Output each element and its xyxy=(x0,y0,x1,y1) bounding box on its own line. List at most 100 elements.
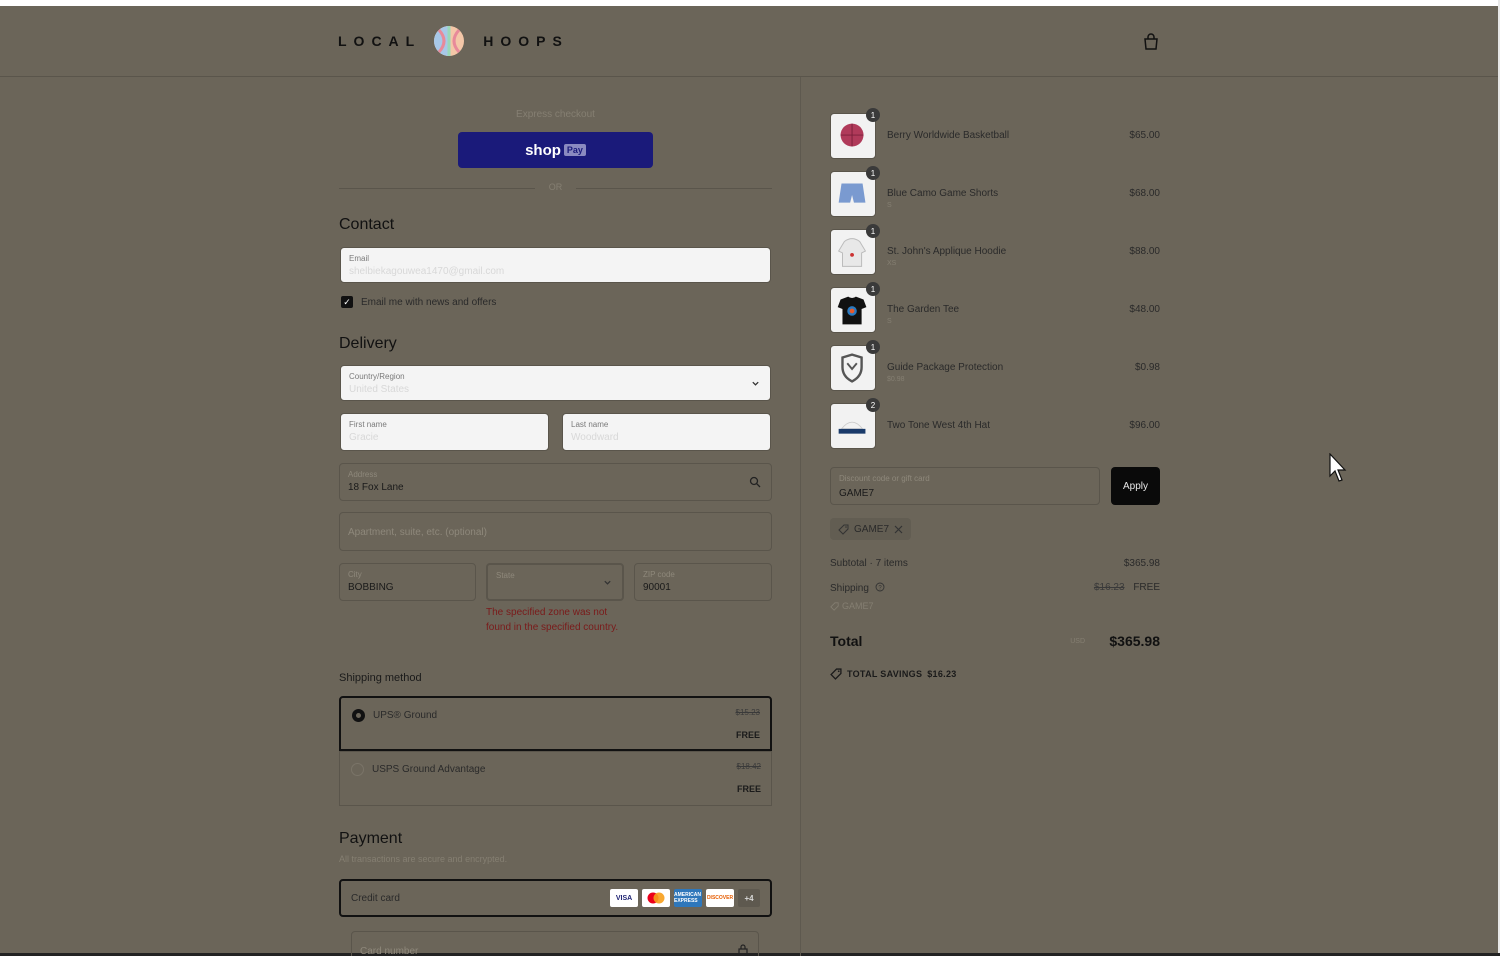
apartment-placeholder: Apartment, suite, etc. (optional) xyxy=(348,527,487,538)
address-label: Address xyxy=(348,470,378,479)
apply-discount-button[interactable]: Apply xyxy=(1111,467,1160,505)
brand-logo[interactable]: LOCAL HOOPS xyxy=(338,25,569,57)
subtotal-label: Subtotal · 7 items xyxy=(830,558,908,569)
product-price: $96.00 xyxy=(1129,420,1160,431)
delivery-heading: Delivery xyxy=(339,335,397,352)
product-thumbnail: 1 xyxy=(830,224,880,275)
or-label: OR xyxy=(548,182,563,192)
applied-discount-chip: GAME7 xyxy=(830,518,912,540)
address-value: 18 Fox Lane xyxy=(348,482,404,493)
discount-value: GAME7 xyxy=(839,488,875,499)
shipping-method-heading: Shipping method xyxy=(339,672,422,684)
cart-item: 1 St. John's Applique Hoodie XS $88.00 xyxy=(830,224,1160,275)
mastercard-icon xyxy=(642,889,670,907)
last-name-label: Last name xyxy=(571,420,609,429)
tag-icon xyxy=(830,668,842,680)
tag-icon xyxy=(838,524,849,535)
search-icon[interactable] xyxy=(749,476,761,488)
shop-pay-button[interactable]: shop Pay xyxy=(458,132,653,168)
city-value: BOBBING xyxy=(348,582,394,593)
site-header: LOCAL HOOPS xyxy=(0,6,1498,77)
or-divider: OR xyxy=(339,182,772,194)
column-divider xyxy=(800,77,801,956)
card-number-placeholder: Card number xyxy=(360,946,419,956)
payment-heading: Payment xyxy=(339,830,403,847)
state-label: State xyxy=(496,571,515,580)
shipping-price: FREE xyxy=(735,730,760,740)
savings-label: TOTAL SAVINGS xyxy=(847,669,923,679)
zip-label: ZIP code xyxy=(643,570,675,579)
product-thumbnail: 1 xyxy=(830,166,880,217)
first-name-field[interactable]: First name Gracie xyxy=(340,413,549,451)
shipping-option-ups[interactable]: UPS® Ground $15.23 FREE xyxy=(339,696,772,751)
newsletter-checkbox-row[interactable]: ✓ Email me with news and offers xyxy=(341,296,496,308)
shipping-option-usps[interactable]: USPS Ground Advantage $18.42 FREE xyxy=(339,751,772,806)
last-name-field[interactable]: Last name Woodward xyxy=(562,413,771,451)
product-price: $88.00 xyxy=(1129,246,1160,257)
email-field[interactable]: Email shelbiekagouwea1470@gmail.com xyxy=(340,247,771,283)
quantity-badge: 1 xyxy=(866,224,880,238)
product-thumbnail: 1 xyxy=(830,108,880,159)
product-price: $68.00 xyxy=(1129,188,1160,199)
product-name: Blue Camo Game Shorts xyxy=(887,188,999,199)
close-icon[interactable] xyxy=(894,525,903,534)
quantity-badge: 1 xyxy=(866,108,880,122)
shop-label: shop xyxy=(525,141,561,159)
shipping-option-name: USPS Ground Advantage xyxy=(372,764,486,775)
quantity-badge: 2 xyxy=(866,398,880,412)
radio-selected[interactable] xyxy=(352,709,365,722)
help-icon[interactable]: ? xyxy=(875,582,885,592)
discover-icon: DISCOVER xyxy=(706,889,734,907)
newsletter-checkbox[interactable]: ✓ xyxy=(341,296,353,308)
shipping-row: Shipping ? $16.23 FREE xyxy=(830,582,1160,594)
card-number-field[interactable]: Card number xyxy=(351,931,759,956)
total-value: $365.98 xyxy=(1109,633,1160,649)
address-field[interactable]: Address 18 Fox Lane xyxy=(339,463,772,501)
first-name-value: Gracie xyxy=(349,432,379,443)
cart-item: 1 Guide Package Protection $0.98 $0.98 xyxy=(830,340,1160,391)
credit-card-label: Credit card xyxy=(351,893,400,904)
total-savings: TOTAL SAVINGS $16.23 xyxy=(830,668,957,680)
country-select[interactable]: Country/Region United States xyxy=(340,365,771,401)
apartment-field[interactable]: Apartment, suite, etc. (optional) xyxy=(339,512,772,551)
product-price: $65.00 xyxy=(1129,130,1160,141)
shipping-original-price: $18.42 xyxy=(736,762,761,771)
subtotal-value: $365.98 xyxy=(1123,558,1160,569)
country-value: United States xyxy=(349,384,410,395)
savings-value: $16.23 xyxy=(927,669,957,679)
shipping-original-price: $15.23 xyxy=(735,708,760,717)
currency-code: USD xyxy=(1070,638,1085,645)
product-thumbnail: 2 xyxy=(830,398,880,449)
state-error-message: The specified zone was not found in the … xyxy=(486,607,619,633)
chevron-down-icon xyxy=(752,381,759,386)
credit-card-option[interactable]: Credit card VISA AMERICAN EXPRESS DISCOV… xyxy=(339,879,772,917)
discount-label: Discount code or gift card xyxy=(839,474,930,483)
zip-field[interactable]: ZIP code 90001 xyxy=(634,563,772,601)
quantity-badge: 1 xyxy=(866,282,880,296)
newsletter-label: Email me with news and offers xyxy=(361,296,497,308)
contact-heading: Contact xyxy=(339,216,395,233)
subtotal-row: Subtotal · 7 items $365.98 xyxy=(830,558,1160,569)
product-name: Two Tone West 4th Hat xyxy=(887,420,991,431)
shipping-code-label: GAME7 xyxy=(842,601,874,611)
shipping-original-total: $16.23 xyxy=(1093,582,1125,593)
cart-item: 1 Berry Worldwide Basketball $65.00 xyxy=(830,108,1160,159)
shipping-total: FREE xyxy=(1133,582,1160,593)
shopping-bag-icon[interactable] xyxy=(1142,33,1160,51)
state-select[interactable]: State xyxy=(486,563,624,601)
pay-label: Pay xyxy=(563,144,586,156)
more-cards-badge: +4 xyxy=(738,889,760,907)
brand-text-left: LOCAL xyxy=(338,33,422,49)
cart-item: 1 Blue Camo Game Shorts S $68.00 xyxy=(830,166,1160,217)
chevron-down-icon xyxy=(604,580,611,585)
cart-item: 1 The Garden Tee S $48.00 xyxy=(830,282,1160,333)
product-thumbnail: 1 xyxy=(830,340,880,391)
quantity-badge: 1 xyxy=(866,340,880,354)
city-field[interactable]: City BOBBING xyxy=(339,563,476,601)
email-label: Email xyxy=(349,254,370,263)
radio-unselected[interactable] xyxy=(351,763,364,776)
product-variant: $0.98 xyxy=(887,376,905,383)
product-variant: XS xyxy=(887,260,897,267)
product-variant: S xyxy=(887,202,892,209)
discount-code-input[interactable]: Discount code or gift card GAME7 xyxy=(830,467,1100,505)
